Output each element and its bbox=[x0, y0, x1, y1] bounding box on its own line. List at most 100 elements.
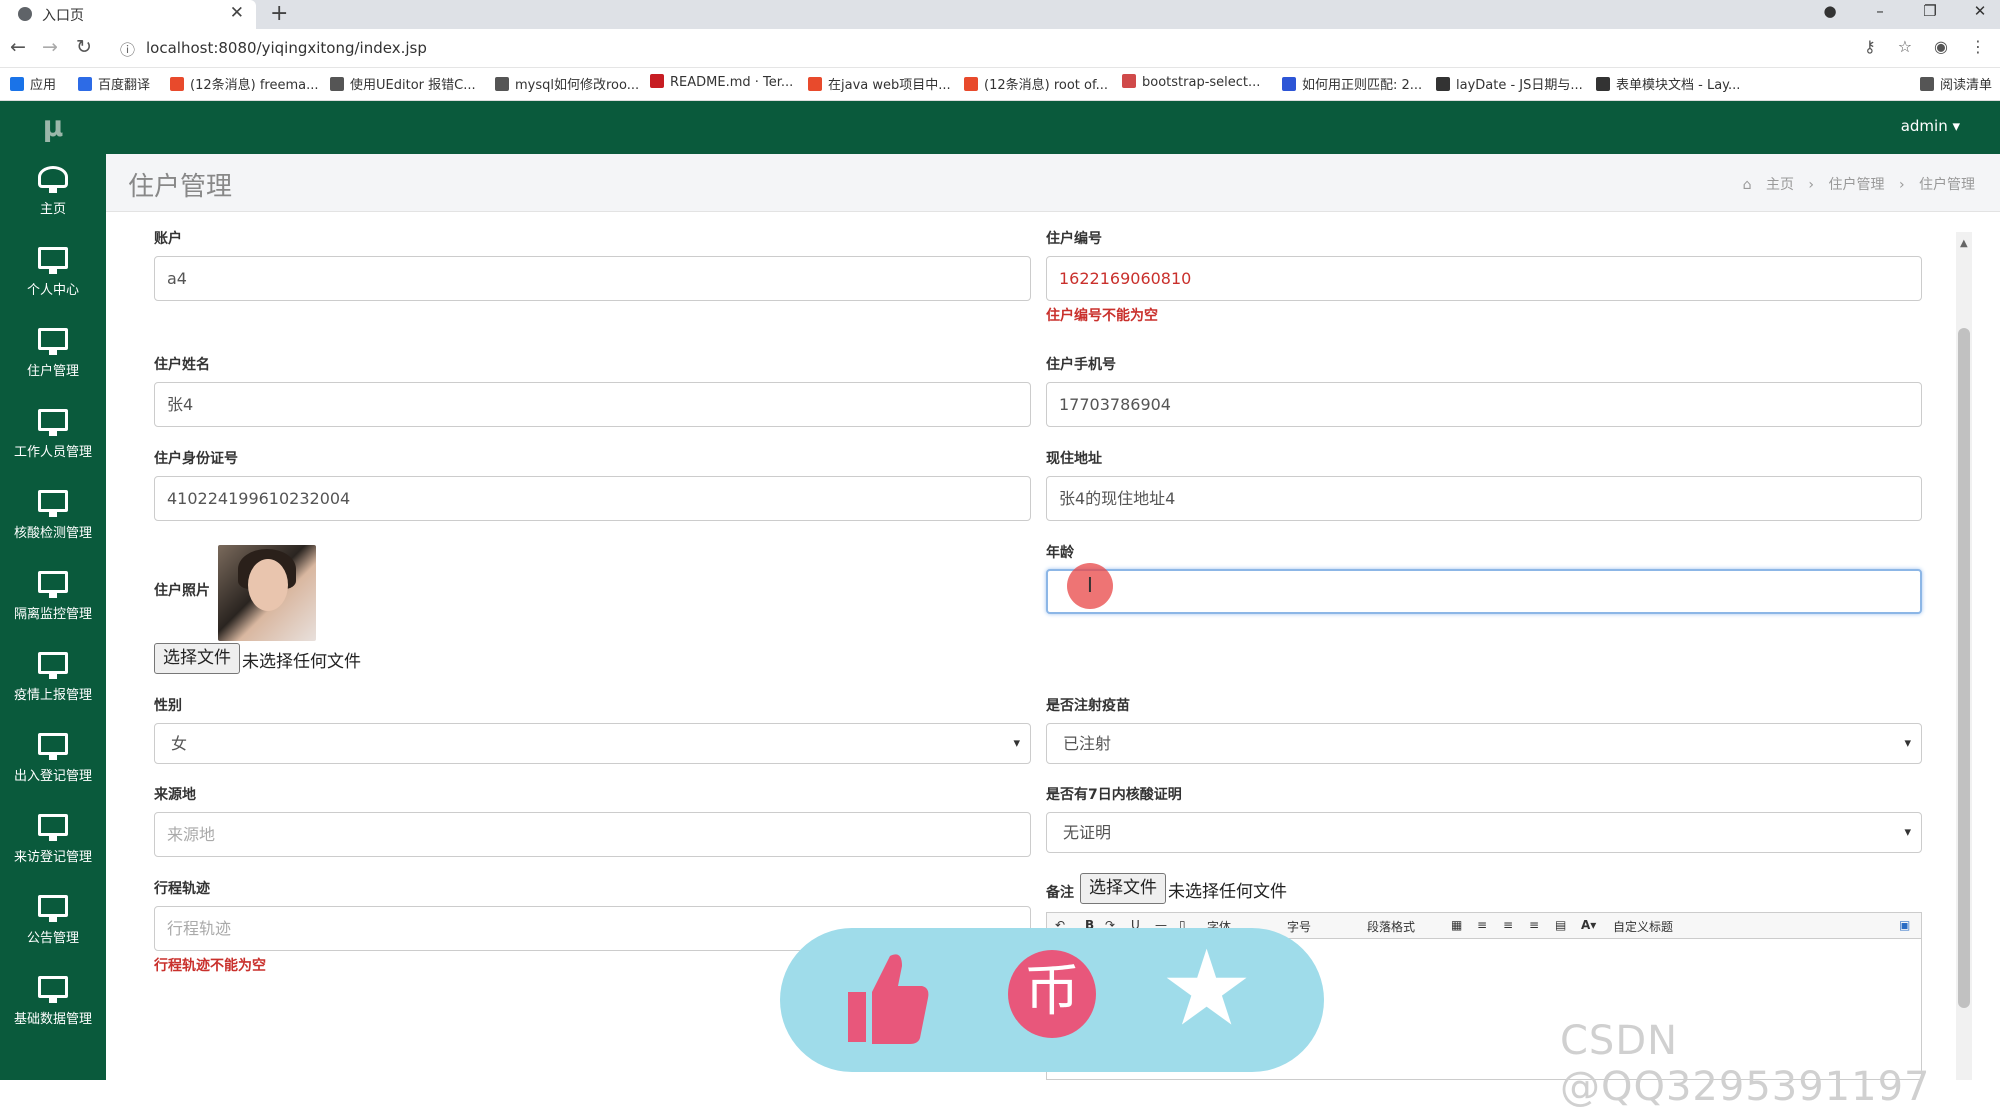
key-icon[interactable]: ⚷ bbox=[1864, 37, 1876, 56]
favorite-star-icon[interactable]: ★ bbox=[1160, 936, 1253, 1040]
bookmark-item[interactable]: (12条消息) root of... bbox=[964, 74, 1108, 93]
sidebar-item-label: 来访登记管理 bbox=[13, 850, 92, 865]
age-input[interactable] bbox=[1046, 569, 1922, 614]
close-window-icon[interactable]: ✕ bbox=[1970, 2, 1990, 20]
thumbs-up-icon[interactable] bbox=[844, 948, 930, 1048]
new-tab-icon[interactable]: + bbox=[270, 1, 288, 26]
close-tab-icon[interactable]: ✕ bbox=[230, 3, 244, 23]
bookmark-item[interactable]: 百度翻译 bbox=[78, 74, 150, 93]
font-color-icon[interactable]: A▾ bbox=[1581, 918, 1596, 932]
coin-icon[interactable]: 币 bbox=[1008, 950, 1096, 1038]
back-icon[interactable]: ← bbox=[10, 36, 26, 58]
font-size-dropdown[interactable]: 字号 bbox=[1287, 918, 1311, 935]
sidebar-item-label: 住户管理 bbox=[26, 364, 79, 379]
address-input[interactable]: 张4的现住地址4 bbox=[1046, 476, 1922, 521]
origin-input[interactable]: 来源地 bbox=[154, 812, 1031, 857]
photo-file-button[interactable]: 选择文件 bbox=[154, 643, 240, 674]
monitor-icon bbox=[38, 976, 68, 1003]
restore-icon[interactable]: ❐ bbox=[1920, 2, 1940, 20]
monitor-icon bbox=[38, 814, 68, 841]
content-scrollbar[interactable]: ▲ bbox=[1956, 232, 1972, 1080]
bookmark-item[interactable]: bootstrap-select... bbox=[1122, 74, 1260, 90]
sidebar-item[interactable]: 来访登记管理 bbox=[0, 804, 106, 885]
account-icon[interactable]: ◉ bbox=[1934, 37, 1948, 56]
idcard-input[interactable]: 410224199610232004 bbox=[154, 476, 1031, 521]
admin-menu[interactable]: admin ▾ bbox=[1901, 117, 1960, 135]
align-justify-icon[interactable]: ▤ bbox=[1555, 918, 1566, 932]
reaction-overlay: 币 ★ bbox=[780, 928, 1324, 1072]
site-info-icon[interactable]: ⓘ bbox=[120, 39, 135, 60]
browser-tab-bar: 入口页 ✕ + ● – ❐ ✕ bbox=[0, 0, 2000, 29]
bookmark-item[interactable]: 使用UEditor 报错C... bbox=[330, 74, 476, 93]
bookmark-item[interactable]: README.md · Ter... bbox=[650, 74, 793, 90]
table-icon[interactable]: ▦ bbox=[1451, 918, 1462, 932]
resident-no-label: 住户编号 bbox=[1046, 231, 1102, 247]
bookmark-label: 应用 bbox=[30, 78, 57, 93]
account-input[interactable]: a4 bbox=[154, 256, 1031, 301]
bookmark-item[interactable]: 阅读清单 bbox=[1920, 74, 1992, 93]
bookmark-item[interactable]: mysql如何修改roo... bbox=[495, 74, 639, 93]
sidebar-item-label: 核酸检测管理 bbox=[13, 526, 92, 541]
phone-input[interactable]: 17703786904 bbox=[1046, 382, 1922, 427]
page-header: 住户管理 ⌂ 主页 › 住户管理 › 住户管理 bbox=[106, 154, 2000, 212]
bookmark-item[interactable]: 表单模块文档 - Lay... bbox=[1596, 74, 1740, 93]
sidebar-item[interactable]: 个人中心 bbox=[0, 237, 106, 318]
breadcrumb-home[interactable]: 主页 bbox=[1766, 177, 1794, 193]
remark-file-button[interactable]: 选择文件 bbox=[1080, 873, 1166, 904]
url-field[interactable]: ⓘ localhost:8080/yiqingxitong/index.jsp bbox=[120, 35, 1820, 63]
sidebar-item[interactable]: 疫情上报管理 bbox=[0, 642, 106, 723]
paragraph-format-dropdown[interactable]: 段落格式 bbox=[1367, 918, 1415, 935]
globe-icon bbox=[18, 7, 32, 21]
forward-icon[interactable]: → bbox=[42, 36, 58, 58]
gitee-icon bbox=[650, 74, 664, 88]
resident-photo bbox=[218, 545, 316, 641]
sidebar-item-label: 出入登记管理 bbox=[13, 769, 92, 784]
bookmark-star-icon[interactable]: ☆ bbox=[1898, 37, 1912, 56]
fullscreen-icon[interactable]: ▣ bbox=[1899, 918, 1910, 932]
sidebar-item[interactable]: 出入登记管理 bbox=[0, 723, 106, 804]
align-left-icon[interactable]: ≡ bbox=[1477, 918, 1487, 932]
sidebar-item[interactable]: 工作人员管理 bbox=[0, 399, 106, 480]
resident-no-input[interactable]: 1622169060810 bbox=[1046, 256, 1922, 301]
sidebar-item[interactable]: 核酸检测管理 bbox=[0, 480, 106, 561]
breadcrumb-section[interactable]: 住户管理 bbox=[1828, 177, 1884, 193]
sidebar-item[interactable]: 住户管理 bbox=[0, 318, 106, 399]
reading-list-icon bbox=[1920, 77, 1934, 91]
watermark: CSDN @QQ3295391197 bbox=[1560, 1018, 1931, 1110]
gender-select[interactable]: 女 ▾ bbox=[154, 723, 1031, 764]
bookmark-item[interactable]: 应用 bbox=[10, 74, 56, 93]
scrollbar-thumb[interactable] bbox=[1958, 328, 1970, 1008]
bookmark-item[interactable]: 如何用正则匹配: 2... bbox=[1282, 74, 1422, 93]
account-label: 账户 bbox=[154, 231, 182, 247]
bookmark-item[interactable]: (12条消息) freema... bbox=[170, 74, 318, 93]
bookmark-label: 百度翻译 bbox=[98, 78, 151, 93]
bookmark-item[interactable]: 在java web项目中... bbox=[808, 74, 951, 93]
csdn-icon bbox=[808, 77, 822, 91]
align-center-icon[interactable]: ≡ bbox=[1503, 918, 1513, 932]
align-right-icon[interactable]: ≡ bbox=[1529, 918, 1539, 932]
logo: μ bbox=[42, 110, 64, 143]
menu-icon[interactable]: ⋮ bbox=[1970, 37, 1986, 56]
gender-selected-value: 女 bbox=[171, 734, 188, 753]
scroll-up-icon[interactable]: ▲ bbox=[1960, 238, 1968, 249]
bookmark-item[interactable]: layDate - JS日期与... bbox=[1436, 74, 1583, 93]
profile-menu-icon[interactable]: ● bbox=[1820, 2, 1840, 20]
sidebar-item[interactable]: 隔离监控管理 bbox=[0, 561, 106, 642]
vaccine-select[interactable]: 已注射 ▾ bbox=[1046, 723, 1922, 764]
sidebar-item[interactable]: 公告管理 bbox=[0, 885, 106, 966]
reload-icon[interactable]: ↻ bbox=[76, 36, 92, 58]
browser-tab[interactable]: 入口页 ✕ bbox=[0, 0, 256, 29]
home-icon: ⌂ bbox=[1742, 177, 1752, 193]
sidebar-item[interactable]: 基础数据管理 bbox=[0, 966, 106, 1047]
name-input[interactable]: 张4 bbox=[154, 382, 1031, 427]
sidebar-item-label: 工作人员管理 bbox=[13, 445, 92, 460]
custom-heading-dropdown[interactable]: 自定义标题 bbox=[1613, 918, 1673, 935]
sidebar-item[interactable]: 主页 bbox=[0, 156, 106, 237]
top-navbar: admin ▾ bbox=[106, 101, 2000, 154]
bookmarks-bar: 应用 百度翻译 (12条消息) freema... 使用UEditor 报错C... m… bbox=[0, 68, 2000, 101]
minimize-icon[interactable]: – bbox=[1870, 2, 1890, 20]
mouse-cursor-highlight: I bbox=[1067, 563, 1113, 609]
nucleic-select[interactable]: 无证明 ▾ bbox=[1046, 812, 1922, 853]
bookmark-label: 表单模块文档 - Lay... bbox=[1616, 78, 1741, 93]
name-label: 住户姓名 bbox=[154, 357, 210, 373]
